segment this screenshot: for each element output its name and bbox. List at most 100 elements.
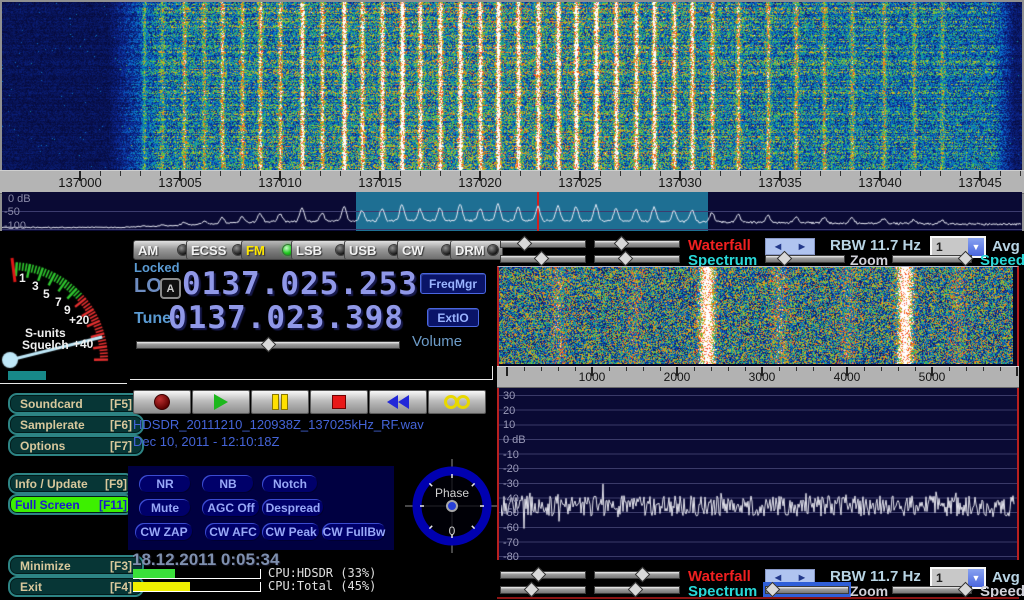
pause-button[interactable] xyxy=(251,390,309,414)
slider-thumb[interactable] xyxy=(534,251,550,267)
db-label: -100 xyxy=(4,220,26,232)
slider-thumb[interactable] xyxy=(517,236,533,252)
slider-thumb[interactable] xyxy=(764,582,780,598)
slider-track[interactable] xyxy=(500,240,586,248)
slider-thumb[interactable] xyxy=(260,337,276,353)
agc-off-button[interactable]: AGC Off xyxy=(202,499,260,517)
cw-peak-button[interactable]: CW Peak xyxy=(262,523,320,541)
main-waterfall-display[interactable] xyxy=(2,2,1022,170)
nb-button[interactable]: NB xyxy=(202,475,254,493)
af-tick-label: 3000 xyxy=(737,370,787,384)
tune-frequency-display[interactable]: 0137.023.398 xyxy=(168,300,404,336)
cw-afc-button[interactable]: CW AFC xyxy=(205,523,261,541)
button-label: Minimize xyxy=(20,559,71,573)
waterfall-brightness-slider[interactable] xyxy=(500,238,586,249)
freqmgr-button[interactable]: FreqMgr xyxy=(420,273,486,294)
mode-lsb-button[interactable]: LSB xyxy=(291,240,351,260)
cpu-hdsdr-bar xyxy=(133,569,261,579)
cpu-total-bar xyxy=(133,582,261,592)
waterfall-brightness-slider-2[interactable] xyxy=(500,569,586,580)
button-key: [F4] xyxy=(110,580,132,594)
volume-slider[interactable] xyxy=(136,339,400,350)
db-label: -70 xyxy=(503,537,519,549)
play-icon xyxy=(214,394,228,410)
full-screen-button[interactable]: Full Screen [F11] xyxy=(8,494,134,515)
cw-zap-button[interactable]: CW ZAP xyxy=(135,523,193,541)
smeter-scale-label: 5 xyxy=(43,287,50,301)
af-waterfall-display[interactable] xyxy=(499,267,1013,364)
button-key: [F11] xyxy=(99,498,127,512)
waterfall-contrast-slider[interactable] xyxy=(594,238,680,249)
mode-ecss-button[interactable]: ECSS xyxy=(186,240,248,260)
smeter-scale-label: 3 xyxy=(32,279,39,293)
freq-tick-label: 137040 xyxy=(850,175,910,190)
db-label: -50 xyxy=(4,206,20,218)
info-update-button[interactable]: Info / Update[F9] xyxy=(8,473,134,494)
main-frequency-scale[interactable]: 137000 137005 137010 137015 137020 13702… xyxy=(0,170,1024,194)
slider-thumb[interactable] xyxy=(618,251,634,267)
samplerate-button[interactable]: Samplerate[F6] xyxy=(8,414,144,435)
mode-label: FM xyxy=(246,243,265,258)
nr-button[interactable]: NR xyxy=(139,475,191,493)
mode-fm-button[interactable]: FM xyxy=(241,240,298,260)
squelch-level-indicator[interactable] xyxy=(8,371,46,380)
slider-thumb[interactable] xyxy=(628,582,644,598)
waterfall-contrast-slider-2[interactable] xyxy=(594,569,680,580)
slider-track[interactable] xyxy=(594,240,680,248)
zoom-slider[interactable] xyxy=(765,253,845,264)
slider-thumb[interactable] xyxy=(958,251,974,267)
mode-label: USB xyxy=(349,243,376,258)
main-spectrum-trace xyxy=(2,192,1022,231)
slider-track[interactable] xyxy=(594,255,680,263)
extio-button[interactable]: ExtIO xyxy=(427,308,479,327)
locked-label: Locked xyxy=(134,260,180,275)
despread-button[interactable]: Despread xyxy=(262,499,324,517)
options-button[interactable]: Options[F7] xyxy=(8,435,144,456)
slider-thumb[interactable] xyxy=(958,582,974,598)
arrow-right-icon[interactable]: ► xyxy=(797,241,808,253)
spectrum-ref-slider[interactable] xyxy=(500,253,586,264)
loop-button[interactable] xyxy=(428,390,486,414)
main-spectrum-display[interactable]: 0 dB -50 -100 xyxy=(2,192,1022,231)
cw-fullbw-button[interactable]: CW FullBw xyxy=(322,523,386,541)
mode-am-button[interactable]: AM xyxy=(133,240,193,260)
af-spectrum-display[interactable]: 30 20 10 0 dB -10 -20 -30 -40 -50 -60 -7… xyxy=(497,388,1019,560)
slider-thumb[interactable] xyxy=(635,567,651,583)
pause-icon xyxy=(272,394,279,410)
slider-thumb[interactable] xyxy=(613,236,629,252)
rewind-button[interactable] xyxy=(369,390,427,414)
mute-button[interactable]: Mute xyxy=(139,499,191,517)
arrow-left-icon[interactable]: ◄ xyxy=(773,241,784,253)
db-label: 0 dB xyxy=(8,193,31,205)
button-key: [F3] xyxy=(110,559,132,573)
mode-usb-button[interactable]: USB xyxy=(344,240,404,260)
recording-file-date: Dec 10, 2011 - 12:10:18Z xyxy=(133,434,279,449)
db-label: 30 xyxy=(503,390,515,402)
spectrum-range-slider-2[interactable] xyxy=(594,584,680,595)
slider-thumb[interactable] xyxy=(777,251,793,267)
spectrum-ref-slider-2[interactable] xyxy=(500,584,586,595)
slider-track[interactable] xyxy=(500,586,586,594)
zoom-slider-2[interactable] xyxy=(765,584,849,595)
minimize-button[interactable]: Minimize [F3] xyxy=(8,555,144,576)
slider-thumb[interactable] xyxy=(524,582,540,598)
spectrum-range-slider[interactable] xyxy=(594,253,680,264)
bottom-border xyxy=(497,597,1019,599)
lo-frequency-display[interactable]: 0137.025.253 xyxy=(182,266,418,302)
mode-drm-button[interactable]: DRM xyxy=(450,240,503,260)
notch-button[interactable]: Notch xyxy=(262,475,318,493)
stop-button[interactable] xyxy=(310,390,368,414)
divider xyxy=(0,383,127,384)
af-frequency-scale[interactable]: 1000 2000 3000 4000 5000 xyxy=(497,366,1019,388)
exit-button[interactable]: Exit[F4] xyxy=(8,576,144,597)
freq-tick-label: 137045 xyxy=(950,175,1010,190)
play-button[interactable] xyxy=(192,390,250,414)
soundcard-button[interactable]: Soundcard[F5] xyxy=(8,393,144,414)
button-label: Full Screen xyxy=(15,498,80,512)
speed-slider[interactable] xyxy=(892,253,972,264)
lo-lock-icon[interactable]: A xyxy=(160,278,181,299)
record-button[interactable] xyxy=(133,390,191,414)
speed-slider-2[interactable] xyxy=(892,584,972,595)
mode-cw-button[interactable]: CW xyxy=(397,240,457,260)
slider-thumb[interactable] xyxy=(530,567,546,583)
